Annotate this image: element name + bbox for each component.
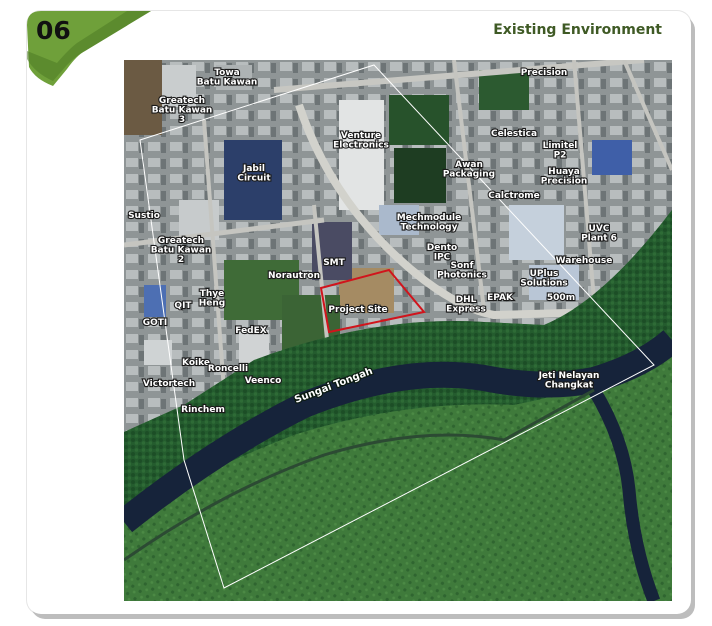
map-label-veenco: Veenco	[245, 376, 282, 386]
map-label-line: Changkat	[545, 381, 594, 391]
map-label-celestica: Celestica	[491, 129, 537, 139]
map-label-line: Batu Kawan	[197, 78, 258, 88]
map-label-line: Warehouse	[556, 256, 613, 266]
map-label-line: Plant 6	[581, 234, 617, 244]
map-label-line: 500m	[547, 293, 575, 303]
building	[509, 205, 564, 260]
map-label-line: 3	[179, 115, 185, 125]
map-label-line: Project Site	[328, 305, 387, 315]
map-label-qit: QIT	[174, 301, 192, 311]
map-label-victortech: Victortech	[143, 379, 195, 389]
map-label-project: Project Site	[328, 305, 387, 315]
map-label-jeti: Jeti Nelayan Changkat	[538, 371, 600, 390]
map-label-mechmodule: Mechmodule Technology	[397, 213, 461, 232]
map-label-line: IPC	[434, 253, 451, 263]
map-label-norautron: Norautron	[268, 271, 320, 281]
map-label-koike: Koike	[182, 358, 210, 368]
map-label-sustio: Sustio	[128, 211, 160, 221]
map-label-line: Rinchem	[181, 405, 225, 415]
map-label-line: SMT	[323, 258, 345, 268]
map-label-line: Express	[446, 305, 486, 315]
map-label-fedex: FedEX	[235, 326, 266, 336]
map-label-goti: GOTI	[143, 318, 168, 328]
map-label-distance: 500m	[547, 293, 575, 303]
map-canvas: Towa Batu KawanGreatech Batu Kawan 3Venture…	[124, 60, 672, 601]
map-label-line: GOTI	[143, 318, 168, 328]
map-label-thye: Thye Heng	[199, 289, 226, 308]
map-label-line: QIT	[174, 301, 192, 311]
map-label-rinchem: Rinchem	[181, 405, 225, 415]
map-label-line: Circuit	[237, 174, 271, 184]
map-label-line: Sustio	[128, 211, 160, 221]
map-label-line: Veenco	[245, 376, 282, 386]
map-label-epak: EPAK	[487, 293, 514, 303]
building	[592, 140, 632, 175]
page-title: Existing Environment	[493, 22, 662, 38]
section-number: 06	[36, 16, 71, 45]
map-label-line: Technology	[401, 223, 458, 233]
map-label-line: Celestica	[491, 129, 537, 139]
map-label-line: Calctrome	[488, 191, 540, 201]
map-label-roncelli: Roncelli	[208, 364, 248, 374]
map-label-line: EPAK	[487, 293, 514, 303]
map-label-line: P2	[554, 151, 567, 161]
map-label-warehouse: Warehouse	[556, 256, 613, 266]
map-label-line: Electronics	[333, 141, 389, 151]
map-label-calctrome: Calctrome	[488, 191, 540, 201]
map-label-line: Precision	[521, 68, 568, 78]
satellite-map: Towa Batu Kawan Greatech Batu Kawan 3 Venture…	[124, 60, 672, 601]
bare-ground	[124, 60, 162, 135]
map-label-line: Norautron	[268, 271, 320, 281]
map-label-line: Victortech	[143, 379, 195, 389]
map-label-line: Heng	[199, 299, 226, 309]
map-label-line: FedEX	[235, 326, 266, 336]
map-label-line: Solutions	[520, 279, 568, 289]
map-label-line: Koike	[182, 358, 210, 368]
map-label-line: Photonics	[437, 271, 487, 281]
vegetation-patch	[389, 95, 449, 145]
map-label-line: Packaging	[443, 170, 495, 180]
map-label-line: Precision	[541, 177, 588, 187]
map-label-line: Roncelli	[208, 364, 248, 374]
map-label-smt: SMT	[323, 258, 345, 268]
building	[144, 285, 166, 317]
map-label-precision: Precision	[521, 68, 568, 78]
map-label-line: 2	[178, 255, 184, 265]
vegetation-patch	[394, 148, 446, 203]
map-label-venture: Venture Electronics	[333, 131, 389, 150]
